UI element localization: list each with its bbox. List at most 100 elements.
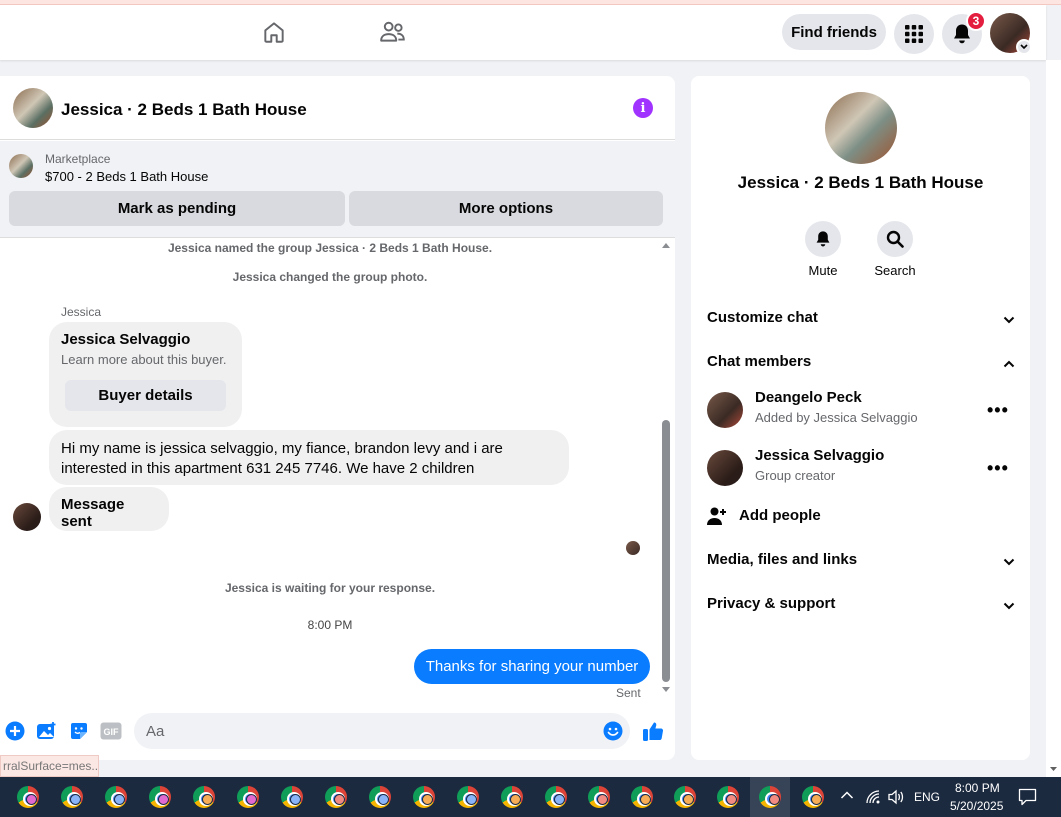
chrome-icon[interactable] xyxy=(189,782,219,812)
add-people-label: Add people xyxy=(739,507,821,524)
message-line: interested in this apartment 631 245 774… xyxy=(61,460,475,477)
info-icon[interactable]: i xyxy=(633,98,653,118)
more-options-icon[interactable]: ••• xyxy=(987,400,1009,421)
svg-text:GIF: GIF xyxy=(104,727,120,737)
incoming-message: Hi my name is jessica selvaggio, my fian… xyxy=(49,430,569,485)
taskbar-time[interactable]: 8:00 PM xyxy=(955,781,1000,795)
member-subtitle: Group creator xyxy=(755,468,836,483)
sender-name: Jessica xyxy=(61,305,102,319)
search-action[interactable]: Search xyxy=(870,221,920,278)
chrome-icon[interactable] xyxy=(145,782,175,812)
more-options-icon[interactable]: ••• xyxy=(987,458,1009,479)
top-navigation-bar: Find friends 3 xyxy=(0,5,1046,60)
friends-icon[interactable] xyxy=(378,17,408,47)
chevron-down-icon[interactable] xyxy=(1016,39,1032,55)
group-photo[interactable] xyxy=(825,92,897,164)
privacy-support-label: Privacy & support xyxy=(707,595,836,612)
chat-scrollbar[interactable] xyxy=(660,240,672,694)
search-label: Search xyxy=(874,263,916,278)
chrome-icon[interactable] xyxy=(541,782,571,812)
member-name: Deangelo Peck xyxy=(755,389,862,406)
bell-icon[interactable] xyxy=(805,221,841,257)
message-input[interactable] xyxy=(134,713,630,749)
member-row[interactable]: Jessica Selvaggio Group creator ••• xyxy=(707,446,1017,490)
windows-taskbar: ENG 8:00 PM 5/20/2025 xyxy=(0,777,1061,817)
member-avatar[interactable] xyxy=(707,450,743,486)
photo-icon[interactable] xyxy=(36,720,58,742)
chat-title[interactable]: Jessica · 2 Beds 1 Bath House xyxy=(61,100,307,120)
chrome-icon[interactable] xyxy=(101,782,131,812)
media-files-row[interactable]: Media, files and links xyxy=(707,551,1017,568)
chrome-icon[interactable] xyxy=(365,782,395,812)
thumbs-up-icon[interactable] xyxy=(642,720,664,742)
chevron-down-icon xyxy=(1003,597,1015,614)
conversation-info-panel: Jessica · 2 Beds 1 Bath House Mute Searc… xyxy=(691,76,1030,760)
privacy-support-row[interactable]: Privacy & support xyxy=(707,595,1017,612)
media-files-label: Media, files and links xyxy=(707,551,858,568)
find-friends-button[interactable]: Find friends xyxy=(782,14,886,50)
chrome-icon[interactable] xyxy=(497,782,527,812)
chrome-icon[interactable] xyxy=(627,782,657,812)
system-message: Jessica changed the group photo. xyxy=(232,270,428,284)
chrome-icon[interactable] xyxy=(713,782,743,812)
mute-label: Mute xyxy=(808,263,838,278)
chrome-icon[interactable] xyxy=(584,782,614,812)
chevron-up-icon xyxy=(1003,355,1015,372)
chrome-icon[interactable] xyxy=(798,782,828,812)
chat-members-row[interactable]: Chat members xyxy=(707,353,1017,370)
customize-chat-row[interactable]: Customize chat xyxy=(707,309,1017,326)
marketplace-label: Marketplace xyxy=(45,152,111,166)
chrome-icon[interactable] xyxy=(277,782,307,812)
sender-avatar[interactable] xyxy=(13,503,41,531)
message-sent-bubble: Message sent xyxy=(49,487,169,531)
page-scrollbar[interactable] xyxy=(1046,60,1061,777)
gif-icon[interactable]: GIF xyxy=(100,720,122,742)
volume-icon[interactable] xyxy=(887,789,905,808)
plus-icon[interactable] xyxy=(4,720,26,742)
read-receipt-avatar xyxy=(626,541,640,555)
status-bar-url: rralSurface=mes... xyxy=(0,755,99,777)
info-group-name: Jessica · 2 Beds 1 Bath House xyxy=(737,173,984,192)
notification-center-icon[interactable] xyxy=(1018,788,1037,809)
emoji-icon[interactable] xyxy=(602,720,624,742)
message-timestamp: 8:00 PM xyxy=(307,618,353,632)
buyer-name: Jessica Selvaggio xyxy=(61,331,191,348)
chrome-icon[interactable] xyxy=(233,782,263,812)
chrome-icon[interactable] xyxy=(453,782,483,812)
sent-status: Sent xyxy=(616,686,641,700)
home-icon[interactable] xyxy=(259,17,289,47)
chat-scroll-thumb[interactable] xyxy=(662,420,670,682)
chevron-down-icon xyxy=(1003,553,1015,570)
mark-as-pending-button[interactable]: Mark as pending xyxy=(9,191,345,226)
taskbar-date[interactable]: 5/20/2025 xyxy=(950,799,1003,813)
member-row[interactable]: Deangelo Peck Added by Jessica Selvaggio… xyxy=(707,388,1017,432)
listing-thumbnail[interactable] xyxy=(9,154,33,178)
waiting-notice: Jessica is waiting for your response. xyxy=(224,581,436,595)
message-line: Hi my name is jessica selvaggio, my fian… xyxy=(61,440,503,457)
notification-badge: 3 xyxy=(966,11,986,31)
chrome-icon[interactable] xyxy=(13,782,43,812)
chrome-icon[interactable] xyxy=(321,782,351,812)
chrome-icon-active[interactable] xyxy=(750,777,790,817)
chrome-icon[interactable] xyxy=(670,782,700,812)
buyer-subtitle: Learn more about this buyer. xyxy=(61,352,227,367)
chrome-icon[interactable] xyxy=(57,782,87,812)
outgoing-message: Thanks for sharing your number xyxy=(414,649,650,684)
add-person-icon xyxy=(707,506,727,530)
more-options-button[interactable]: More options xyxy=(349,191,663,226)
chat-header: Jessica · 2 Beds 1 Bath House i xyxy=(0,76,675,140)
apps-grid-icon[interactable] xyxy=(894,14,934,54)
listing-title[interactable]: $700 - 2 Beds 1 Bath House xyxy=(45,169,208,184)
group-avatar[interactable] xyxy=(13,88,53,128)
wifi-icon[interactable] xyxy=(865,789,881,808)
search-icon[interactable] xyxy=(877,221,913,257)
customize-chat-label: Customize chat xyxy=(707,309,818,326)
chevron-up-icon[interactable] xyxy=(840,789,854,803)
mute-action[interactable]: Mute xyxy=(798,221,848,278)
language-indicator[interactable]: ENG xyxy=(914,790,940,804)
chat-panel: Jessica · 2 Beds 1 Bath House i Marketpl… xyxy=(0,76,675,760)
sticker-icon[interactable] xyxy=(68,720,90,742)
member-avatar[interactable] xyxy=(707,392,743,428)
buyer-details-button[interactable]: Buyer details xyxy=(65,380,226,411)
chrome-icon[interactable] xyxy=(409,782,439,812)
